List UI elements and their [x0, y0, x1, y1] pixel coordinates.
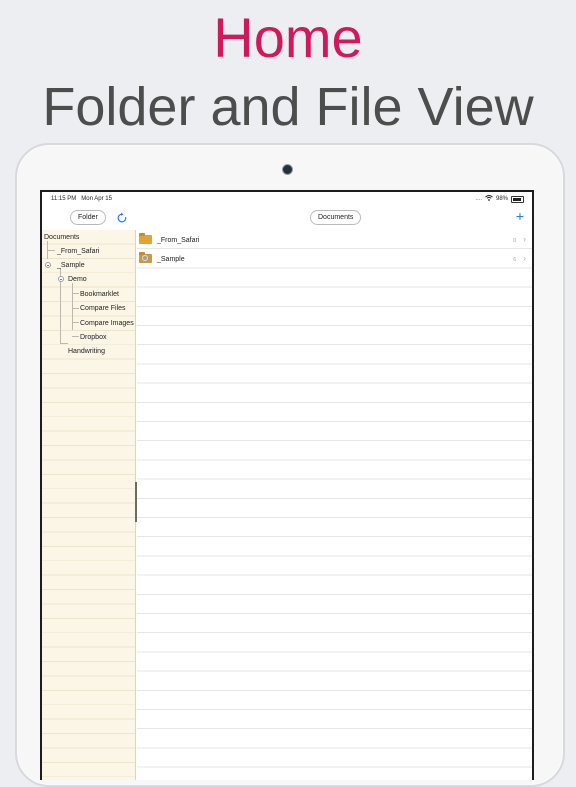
- promo-title: Home: [213, 6, 363, 69]
- status-right: .... 98%: [475, 195, 524, 203]
- folder-tree: Documents _From_Safari _Sample Demo Book…: [42, 230, 136, 780]
- promo-subtitle: Folder and File View: [42, 77, 534, 137]
- battery-icon: [511, 195, 524, 203]
- documents-button[interactable]: Documents: [310, 210, 362, 225]
- toolbar: Folder Documents +: [42, 206, 532, 230]
- wifi-icon: [485, 195, 493, 203]
- tree-item-bookmarklet[interactable]: Bookmarklet: [80, 291, 119, 298]
- camera-icon: [283, 165, 292, 174]
- file-row[interactable]: _Sample 6 ›: [137, 249, 532, 268]
- tree-item-handwriting[interactable]: Handwriting: [68, 348, 105, 355]
- tree-root-documents[interactable]: Documents: [44, 234, 79, 241]
- tree-item-sample[interactable]: _Sample: [57, 262, 85, 269]
- tree-item-demo[interactable]: Demo: [68, 276, 87, 283]
- status-time-text: 11:15 PM: [51, 196, 77, 202]
- refresh-icon[interactable]: [116, 211, 128, 223]
- tree-item-from-safari[interactable]: _From_Safari: [57, 248, 99, 255]
- collapse-icon[interactable]: [45, 262, 51, 268]
- file-name: _Sample: [157, 256, 185, 263]
- add-icon[interactable]: +: [516, 209, 524, 223]
- app-screen: 11:15 PM Mon Apr 15 .... 98% Folder Docu…: [40, 190, 534, 780]
- file-list: _From_Safari 0 › _Sample 6 ›: [137, 230, 532, 780]
- item-count: 6: [513, 257, 516, 263]
- folder-icon: [139, 233, 152, 244]
- status-bar: 11:15 PM Mon Apr 15 .... 98%: [42, 192, 532, 206]
- chevron-right-icon[interactable]: ›: [523, 253, 526, 263]
- tree-item-dropbox[interactable]: Dropbox: [80, 334, 106, 341]
- tree-item-compare-images[interactable]: Compare Images: [80, 320, 134, 327]
- battery-percent: 98%: [495, 196, 508, 202]
- status-time: 11:15 PM Mon Apr 15: [51, 196, 112, 202]
- item-count: 0: [513, 238, 516, 244]
- status-date-text: Mon Apr 15: [81, 196, 112, 202]
- file-name: _From_Safari: [157, 237, 200, 244]
- tree-item-compare-files[interactable]: Compare Files: [80, 305, 126, 312]
- file-row[interactable]: _From_Safari 0 ›: [137, 230, 532, 249]
- shared-folder-icon: [139, 252, 152, 263]
- signal-icon: ....: [475, 196, 482, 202]
- collapse-icon[interactable]: [58, 276, 64, 282]
- chevron-right-icon[interactable]: ›: [523, 234, 526, 244]
- folder-button[interactable]: Folder: [70, 210, 106, 225]
